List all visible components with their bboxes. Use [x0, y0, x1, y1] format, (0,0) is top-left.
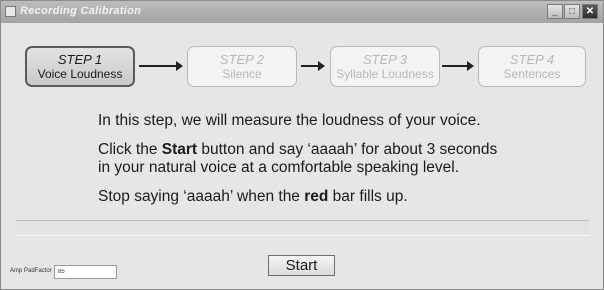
- step-label: Sentences: [503, 67, 561, 81]
- instruction-bold-red: red: [304, 188, 329, 205]
- window-title: Recording Calibration: [20, 5, 142, 17]
- instruction-text: Click the: [98, 141, 162, 158]
- app-icon: [5, 6, 16, 17]
- step-4-sentences: STEP 4 Sentences: [478, 46, 586, 87]
- step-number: STEP 1: [57, 52, 103, 67]
- step-2-silence: STEP 2 Silence: [187, 46, 297, 87]
- instruction-intro: In this step, we will measure the loudne…: [98, 112, 481, 129]
- instruction-stop: Stop saying ‘aaaah’ when the red bar fil…: [98, 188, 408, 206]
- amp-padfactor-label: Amp PadFactor: [10, 268, 52, 274]
- instruction-text: Stop saying ‘aaaah’ when the: [98, 188, 305, 205]
- arrow-right-icon: [301, 61, 325, 71]
- step-number: STEP 2: [219, 52, 265, 67]
- maximize-button[interactable]: □: [564, 4, 580, 19]
- amp-padfactor-input[interactable]: [54, 265, 117, 279]
- step-label: Syllable Loudness: [336, 67, 434, 81]
- title-bar[interactable]: Recording Calibration _ □ ✕: [1, 1, 603, 23]
- close-button[interactable]: ✕: [582, 4, 598, 19]
- step-3-syllable-loudness: STEP 3 Syllable Loudness: [330, 46, 440, 87]
- instruction-text: in your natural voice at a comfortable s…: [98, 159, 460, 176]
- instruction-text: button and say ‘aaaah’ for about 3 secon…: [197, 141, 498, 158]
- instruction-bold-start: Start: [161, 141, 198, 158]
- start-button[interactable]: Start: [268, 255, 335, 276]
- calibration-window: Recording Calibration _ □ ✕ STEP 1 Voice…: [0, 0, 604, 290]
- arrow-right-icon: [139, 61, 183, 71]
- loudness-progress-bar: [16, 220, 589, 236]
- step-label: Silence: [222, 67, 262, 81]
- step-number: STEP 4: [509, 52, 555, 67]
- arrow-right-icon: [442, 61, 474, 71]
- step-1-voice-loudness: STEP 1 Voice Loudness: [25, 46, 135, 87]
- instruction-click-start: Click the Start button and say ‘aaaah’ f…: [98, 141, 497, 177]
- instruction-text: bar fills up.: [328, 188, 408, 205]
- step-number: STEP 3: [362, 52, 408, 67]
- step-label: Voice Loudness: [37, 67, 123, 81]
- minimize-button[interactable]: _: [547, 4, 563, 19]
